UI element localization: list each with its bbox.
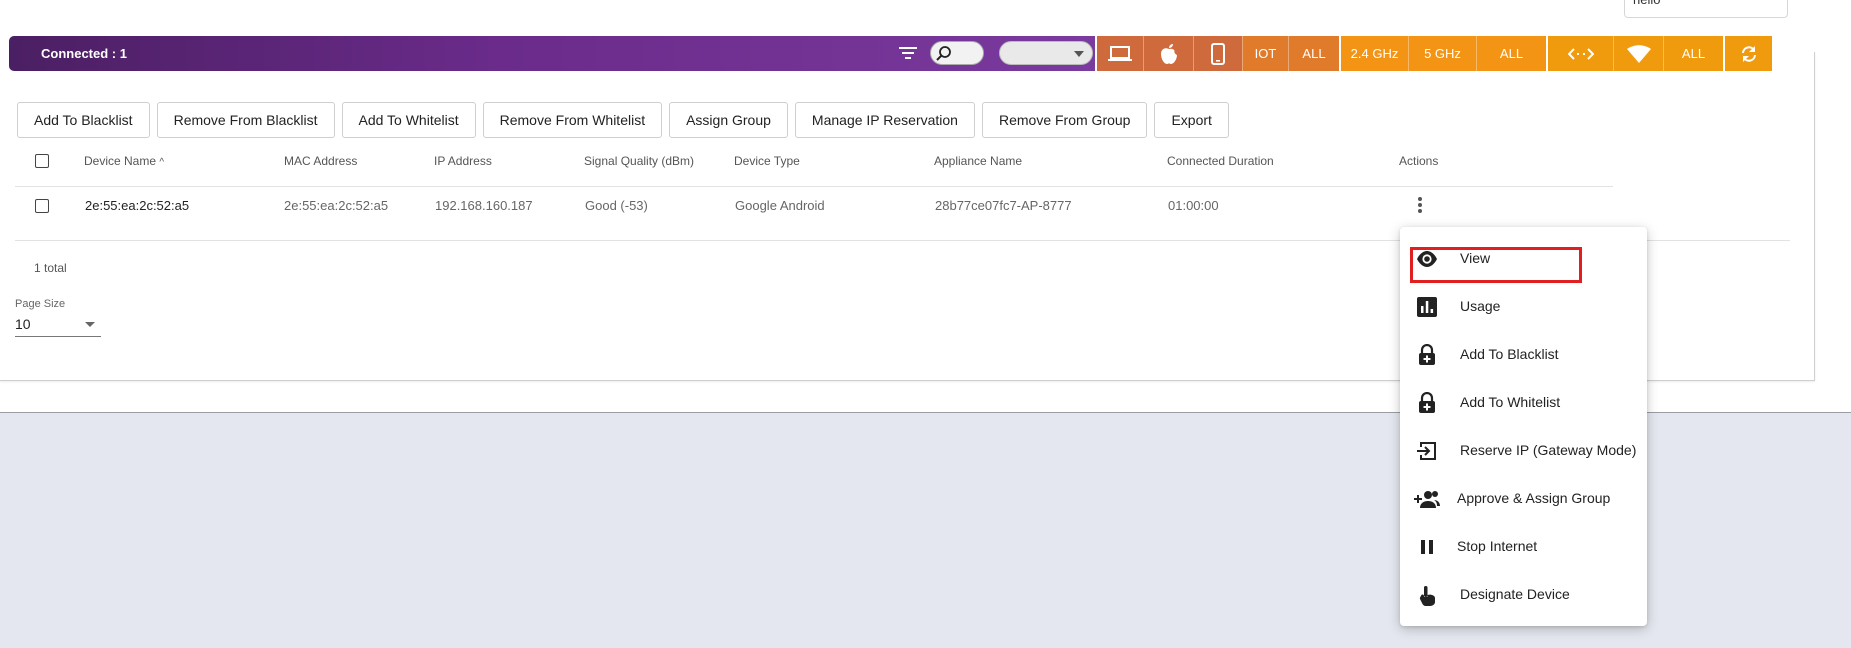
column-header-appliance[interactable]: Appliance Name — [934, 154, 1022, 168]
filter-direction-both[interactable] — [1546, 36, 1613, 71]
column-header-device-type[interactable]: Device Type — [734, 154, 800, 168]
filter-iot[interactable]: IOT — [1242, 36, 1288, 71]
touch-hand-icon — [1419, 586, 1435, 606]
column-header-device-name[interactable]: Device Name ^ — [84, 154, 164, 168]
page-size-select[interactable]: 10 — [15, 316, 31, 332]
menu-item-approve-assign-group-label: Approve & Assign Group — [1457, 490, 1611, 506]
menu-item-stop-internet[interactable]: Stop Internet — [1400, 526, 1647, 566]
connected-count: Connected : 1 — [41, 46, 127, 61]
remove-from-whitelist-button[interactable]: Remove From Whitelist — [482, 102, 663, 138]
menu-item-reserve-ip-label: Reserve IP (Gateway Mode) — [1460, 442, 1637, 458]
page-size-underline — [15, 336, 101, 337]
cell-device-name[interactable]: 2e:55:ea:2c:52:a5 — [85, 198, 189, 213]
phone-icon — [1211, 42, 1225, 65]
add-to-blacklist-button[interactable]: Add To Blacklist — [17, 102, 150, 138]
filter-direction-all[interactable]: ALL — [1663, 36, 1723, 71]
assign-group-button[interactable]: Assign Group — [669, 102, 788, 138]
row-checkbox[interactable] — [35, 199, 49, 213]
menu-item-designate-device-label: Designate Device — [1460, 586, 1570, 602]
filter-select[interactable] — [999, 41, 1093, 65]
refresh-icon — [1741, 45, 1756, 62]
login-arrow-icon — [1417, 442, 1436, 460]
cell-signal: Good (-53) — [585, 198, 648, 213]
page-size-label: Page Size — [15, 298, 66, 310]
filter-wifi[interactable] — [1613, 36, 1663, 71]
menu-item-add-to-whitelist-label: Add To Whitelist — [1460, 394, 1561, 410]
pause-icon — [1421, 540, 1433, 554]
remove-from-blacklist-button[interactable]: Remove From Blacklist — [156, 102, 335, 138]
filter-band-24-label: 2.4 GHz — [1350, 46, 1399, 61]
column-header-signal[interactable]: Signal Quality (dBm) — [584, 154, 694, 168]
table-header-divider — [15, 186, 1613, 187]
filter-icon[interactable] — [899, 45, 917, 61]
row-actions-menu-button[interactable] — [1418, 197, 1422, 215]
filter-direction-all-label: ALL — [1681, 46, 1706, 61]
wifi-icon — [1626, 44, 1651, 63]
filter-bar-purple-section: Connected : 1 — [9, 36, 1095, 71]
menu-item-view[interactable]: View — [1400, 238, 1647, 278]
export-button[interactable]: Export — [1154, 102, 1229, 138]
menu-item-usage-label: Usage — [1460, 298, 1501, 314]
top-input-value: hello — [1633, 0, 1660, 7]
menu-item-add-to-blacklist[interactable]: Add To Blacklist — [1400, 334, 1647, 374]
connected-filter-bar: Connected : 1 IOT ALL 2.4 GHz 5 GHz ALL … — [9, 36, 1796, 71]
search-button[interactable] — [930, 41, 984, 65]
apple-icon — [1160, 43, 1177, 64]
group-add-icon — [1414, 491, 1440, 508]
cell-mac: 2e:55:ea:2c:52:a5 — [284, 198, 389, 213]
menu-item-view-label: View — [1460, 250, 1491, 266]
column-header-device-name-label: Device Name — [84, 154, 157, 168]
refresh-button[interactable] — [1723, 36, 1772, 71]
filter-band-24[interactable]: 2.4 GHz — [1339, 36, 1408, 71]
lock-plus-icon — [1419, 344, 1435, 365]
column-header-mac[interactable]: MAC Address — [284, 154, 357, 168]
filter-device-all[interactable]: ALL — [1288, 36, 1339, 71]
filter-band-5-label: 5 GHz — [1424, 46, 1461, 61]
laptop-icon — [1108, 45, 1132, 61]
row-actions-menu: View Usage Add To Blacklist Add To White… — [1400, 227, 1647, 626]
cell-device-type: Google Android — [735, 198, 825, 213]
total-count: 1 total — [34, 261, 67, 275]
menu-item-designate-device[interactable]: Designate Device — [1400, 574, 1647, 614]
search-icon — [936, 46, 951, 61]
menu-item-usage[interactable]: Usage — [1400, 286, 1647, 326]
filter-device-all-label: ALL — [1302, 46, 1326, 61]
filter-phone[interactable] — [1193, 36, 1242, 71]
select-all-checkbox[interactable] — [35, 154, 49, 168]
filter-band-all-label: ALL — [1499, 46, 1524, 61]
cell-duration: 01:00:00 — [1168, 198, 1219, 213]
menu-item-reserve-ip[interactable]: Reserve IP (Gateway Mode) — [1400, 430, 1647, 470]
eye-icon — [1417, 251, 1437, 267]
filter-laptop[interactable] — [1095, 36, 1143, 71]
filter-band-all[interactable]: ALL — [1476, 36, 1546, 71]
column-header-ip[interactable]: IP Address — [434, 154, 492, 168]
filter-iot-label: IOT — [1254, 46, 1277, 61]
add-to-whitelist-button[interactable]: Add To Whitelist — [341, 102, 476, 138]
chevron-down-icon — [1074, 51, 1084, 57]
column-header-duration[interactable]: Connected Duration — [1167, 154, 1274, 168]
cell-ip: 192.168.160.187 — [435, 198, 533, 213]
remove-from-group-button[interactable]: Remove From Group — [981, 102, 1148, 138]
chevron-down-icon[interactable] — [85, 322, 95, 327]
bulk-action-buttons: Add To Blacklist Remove From Blacklist A… — [17, 102, 1229, 138]
filter-band-5[interactable]: 5 GHz — [1408, 36, 1476, 71]
lock-plus-icon — [1419, 392, 1435, 413]
manage-ip-reservation-button[interactable]: Manage IP Reservation — [794, 102, 975, 138]
column-header-actions: Actions — [1399, 154, 1439, 168]
bidirectional-arrows-icon — [1567, 47, 1594, 60]
bar-chart-icon — [1417, 297, 1437, 317]
menu-item-add-to-blacklist-label: Add To Blacklist — [1460, 346, 1559, 362]
menu-item-add-to-whitelist[interactable]: Add To Whitelist — [1400, 382, 1647, 422]
cell-appliance: 28b77ce07fc7-AP-8777 — [935, 198, 1072, 213]
sort-ascending-icon: ^ — [159, 157, 165, 168]
filter-apple[interactable] — [1143, 36, 1193, 71]
top-text-input[interactable]: hello — [1624, 0, 1788, 18]
menu-item-approve-assign-group[interactable]: Approve & Assign Group — [1400, 478, 1647, 518]
menu-item-stop-internet-label: Stop Internet — [1457, 538, 1538, 554]
